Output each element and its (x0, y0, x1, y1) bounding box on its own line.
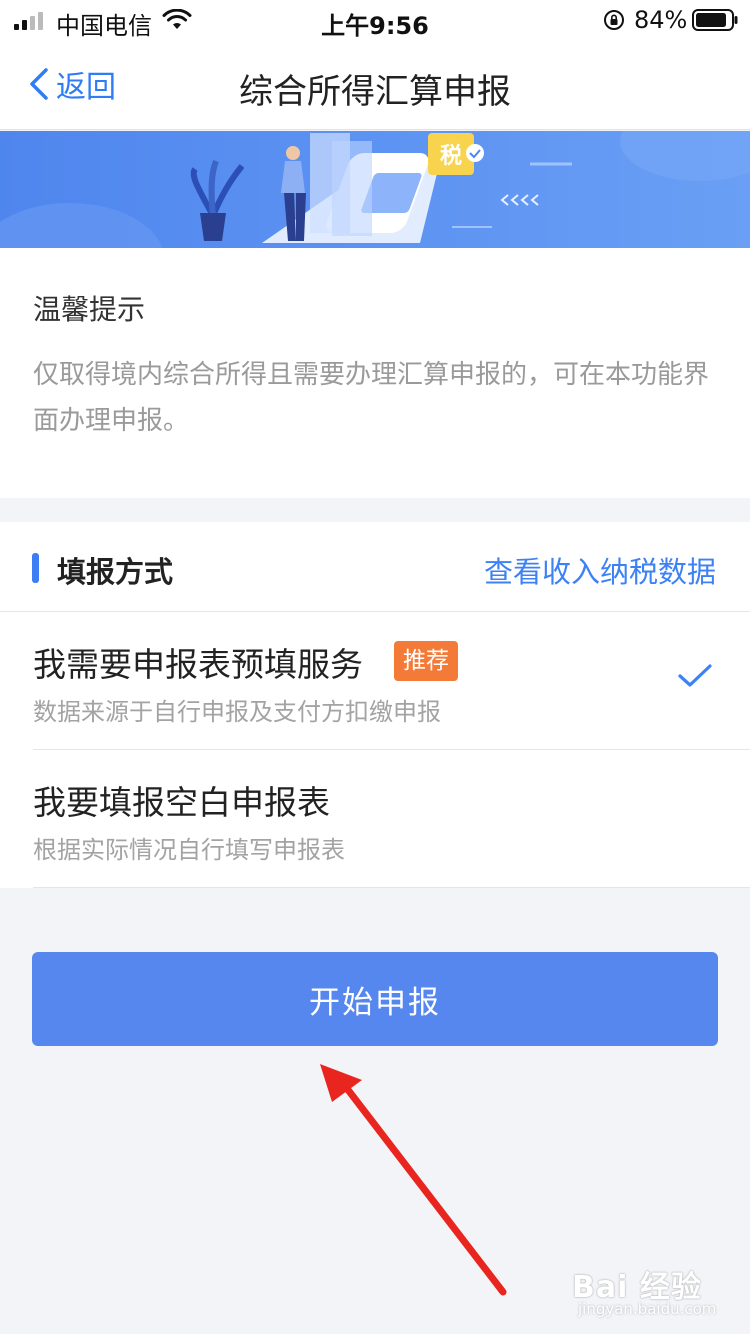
page-title: 综合所得汇算申报 (239, 72, 511, 112)
option-prefill-service[interactable]: 我需要申报表预填服务 推荐 数据来源于自行申报及支付方扣缴申报 (0, 612, 750, 750)
option-subtitle: 根据实际情况自行填写申报表 (33, 836, 345, 864)
watermark-sub: jingyan.baidu.com (578, 1300, 717, 1318)
tax-card-label: 税 (440, 143, 462, 169)
option-title: 我要填报空白申报表 (33, 783, 330, 822)
section-accent-bar (32, 553, 39, 583)
checkmark-icon (678, 664, 712, 687)
fill-method-header: 填报方式 查看收入纳税数据 (0, 522, 750, 612)
status-bar: 中国电信 上午9:56 84% (0, 0, 750, 42)
view-income-tax-data-link[interactable]: 查看收入纳税数据 (484, 549, 716, 591)
recommended-badge: 推荐 (394, 641, 458, 681)
option-title: 我需要申报表预填服务 (33, 645, 363, 684)
baidu-watermark: Bai 经验 jingyan.baidu.com (572, 1262, 732, 1324)
notice-text: 仅取得境内综合所得且需要办理汇算申报的，可在本功能界面办理申报。 (33, 360, 710, 436)
battery-icon (692, 9, 738, 31)
notice-title: 温馨提示 (33, 293, 146, 326)
annotation-arrow (320, 1064, 507, 1296)
battery-percentage: 84% (634, 6, 688, 34)
start-filing-button[interactable]: 开始申报 (32, 952, 718, 1046)
fill-method-section: 填报方式 查看收入纳税数据 我需要申报表预填服务 推荐 数据来源于自行申报及支付… (0, 522, 750, 888)
fill-method-title: 填报方式 (57, 555, 174, 589)
notice-card: 温馨提示 仅取得境内综合所得且需要办理汇算申报的，可在本功能界面办理申报。 (0, 248, 750, 498)
navigation-bar: 返回 综合所得汇算申报 (0, 42, 750, 130)
orientation-lock-icon (604, 10, 624, 30)
banner-illustration: 税 (0, 131, 750, 248)
header-banner: 税 (0, 131, 750, 248)
option-subtitle: 数据来源于自行申报及支付方扣缴申报 (33, 698, 441, 726)
option-blank-form[interactable]: 我要填报空白申报表 根据实际情况自行填写申报表 (0, 750, 750, 888)
divider (33, 887, 750, 888)
